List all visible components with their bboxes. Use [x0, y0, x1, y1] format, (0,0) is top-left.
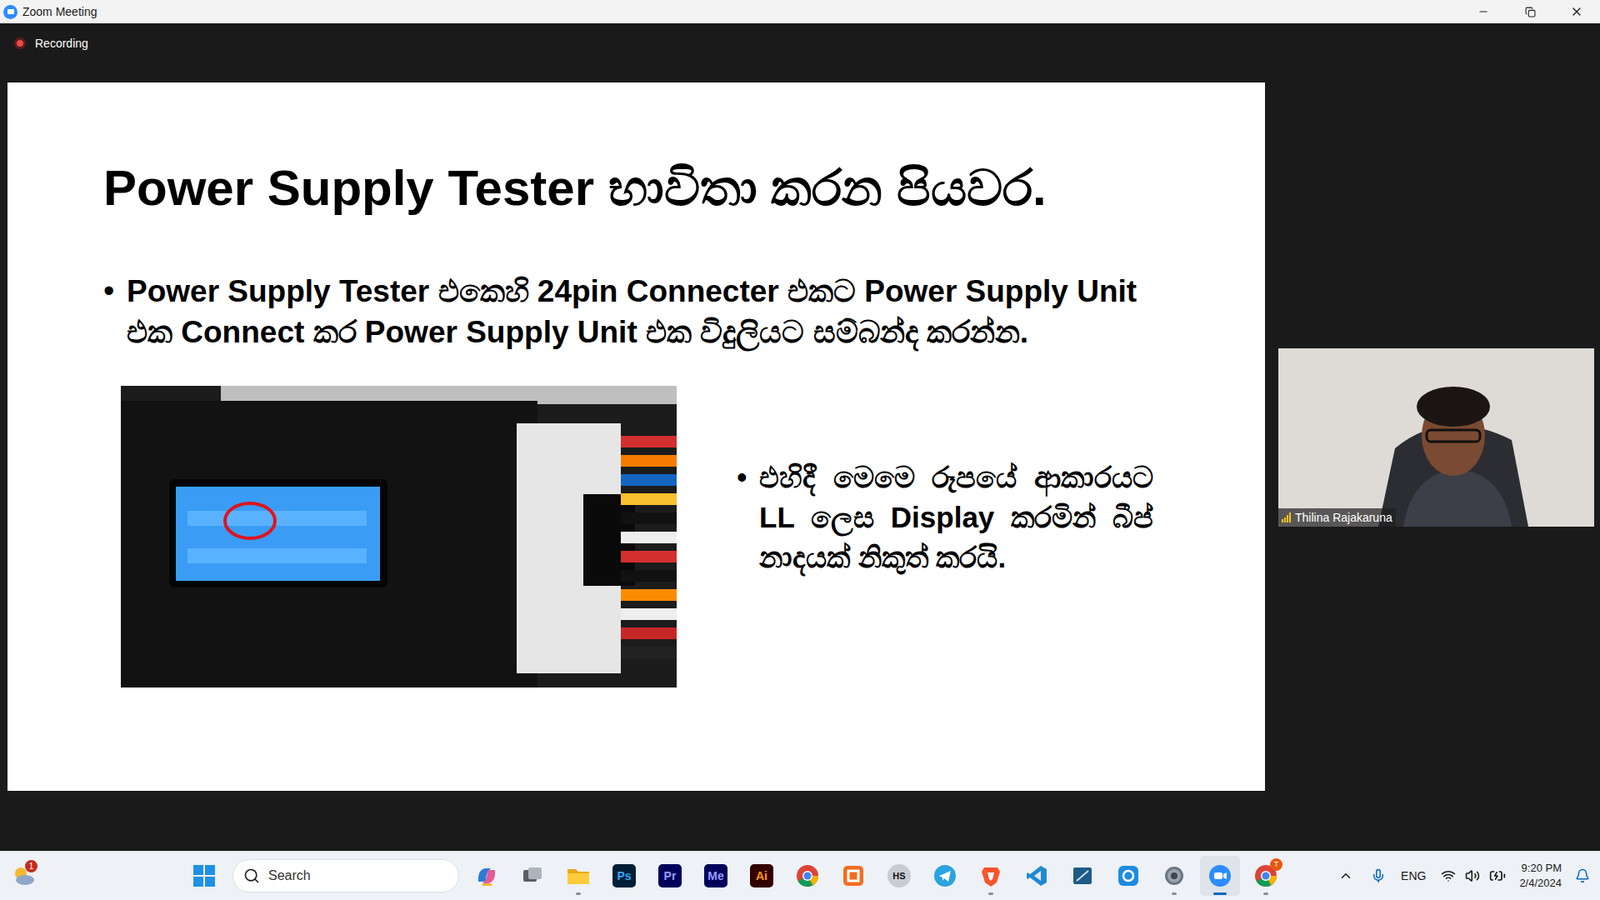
sync-icon: [1116, 864, 1140, 888]
taskbar-app[interactable]: Ai: [741, 855, 782, 896]
show-hidden-icon[interactable]: [1338, 868, 1354, 884]
slide-title: Power Supply Tester භාවිතා කරන පියවර.: [103, 159, 1265, 218]
bullet-list: •Power Supply Tester එකෙහි 24pin Connect…: [103, 270, 1265, 353]
windows-icon: [193, 865, 215, 887]
taskbar-app[interactable]: [1016, 855, 1057, 896]
minimize-button[interactable]: [1460, 0, 1507, 24]
taskbar-app[interactable]: Ps: [604, 855, 645, 896]
running-indicator: [1263, 892, 1269, 895]
taskbar-app[interactable]: [466, 855, 507, 896]
taskbar-app[interactable]: HS: [879, 855, 920, 896]
app-icon: [841, 864, 865, 888]
recording-label: Recording: [35, 37, 89, 50]
task-view-icon: [520, 864, 545, 888]
taskbar-app[interactable]: [1154, 855, 1195, 896]
copilot-icon: [474, 863, 500, 889]
taskbar-app[interactable]: [970, 855, 1011, 896]
taskbar-app[interactable]: [1108, 855, 1149, 896]
search-box[interactable]: Search: [232, 859, 460, 893]
app-badge: T: [1270, 858, 1283, 871]
app-tile-icon: HS: [887, 864, 911, 888]
participant-name-tag: Thilina Rajakaruna: [1278, 508, 1396, 527]
system-tray: ENG 9:20 PM2/4/2024: [1338, 860, 1590, 891]
search-icon: [243, 867, 260, 885]
recording-indicator[interactable]: Recording: [0, 23, 1600, 83]
telegram-icon: [933, 864, 957, 888]
taskbar-app[interactable]: [925, 855, 965, 896]
taskbar-app[interactable]: [833, 855, 874, 896]
battery-icon[interactable]: [1489, 867, 1506, 885]
running-indicator: [1213, 892, 1227, 895]
volume-icon[interactable]: [1465, 868, 1480, 884]
language-indicator[interactable]: ENG: [1400, 867, 1426, 885]
taskbar-app[interactable]: [512, 855, 553, 896]
vscode-icon: [1025, 864, 1049, 888]
taskbar-app[interactable]: Pr: [650, 855, 690, 896]
remote-icon: [1070, 864, 1095, 888]
wifi-icon[interactable]: [1440, 868, 1456, 884]
signal-icon: [1281, 512, 1291, 523]
pinned-apps: Ps Pr Me Ai HS T: [466, 855, 1286, 896]
taskbar: 1 Search Ps Pr Me Ai HS T ENG 9:20 PM2/4/2024: [0, 850, 1600, 900]
tester-photo: [120, 385, 677, 688]
restore-button[interactable]: [1506, 0, 1554, 24]
taskbar-app[interactable]: [558, 855, 599, 896]
zoom-icon: [1208, 864, 1232, 888]
zoom-logo-icon: [3, 5, 18, 20]
chrome-icon: [795, 864, 820, 888]
clock[interactable]: 9:20 PM2/4/2024: [1519, 860, 1562, 891]
app-tile-icon: Pr: [658, 864, 682, 888]
app-tile-icon: Me: [704, 864, 728, 888]
participant-video[interactable]: Thilina Rajakaruna: [1278, 348, 1595, 527]
taskbar-app[interactable]: T: [1245, 855, 1286, 896]
settings-icon: [1162, 864, 1186, 888]
participant-feed: [1278, 348, 1595, 527]
start-button[interactable]: [187, 859, 221, 893]
taskbar-app[interactable]: Me: [695, 855, 736, 896]
close-icon: [1570, 5, 1584, 19]
mic-icon[interactable]: [1370, 868, 1386, 884]
recording-dot-icon: [14, 37, 26, 50]
brave-icon: [979, 864, 1003, 888]
running-indicator: [575, 892, 581, 895]
close-button[interactable]: [1553, 0, 1600, 24]
weather-badge: 1: [25, 860, 38, 873]
folder-icon: [565, 864, 591, 888]
weather-widget[interactable]: 1: [6, 859, 40, 893]
taskbar-app[interactable]: [1200, 855, 1240, 896]
screen: Zoom Meeting Recording Power Supply Tester…: [0, 0, 1600, 900]
window-title: Zoom Meeting: [22, 3, 97, 21]
restore-icon: [1525, 6, 1536, 18]
shared-slide: Power Supply Tester භාවිතා කරන පියවර. •Po…: [7, 82, 1265, 791]
notification-icon[interactable]: [1575, 868, 1590, 884]
running-indicator: [1171, 892, 1177, 895]
taskbar-app[interactable]: [1062, 855, 1103, 896]
app-tile-icon: Ps: [612, 864, 636, 888]
app-tile-icon: Ai: [750, 864, 774, 888]
running-indicator: [988, 892, 994, 895]
meeting-area: Recording Power Supply Tester භාවිතා කරන …: [0, 23, 1600, 851]
title-bar: Zoom Meeting: [0, 0, 1600, 24]
caption-bullet: •එහිදී මෙමෙ රූපයේ ආකාරයට LL ලෙස Display …: [736, 457, 1154, 578]
taskbar-app[interactable]: [787, 855, 828, 896]
minimize-icon: [1477, 5, 1490, 18]
bullet-item: •Power Supply Tester එකෙහි 24pin Connect…: [103, 270, 1145, 353]
